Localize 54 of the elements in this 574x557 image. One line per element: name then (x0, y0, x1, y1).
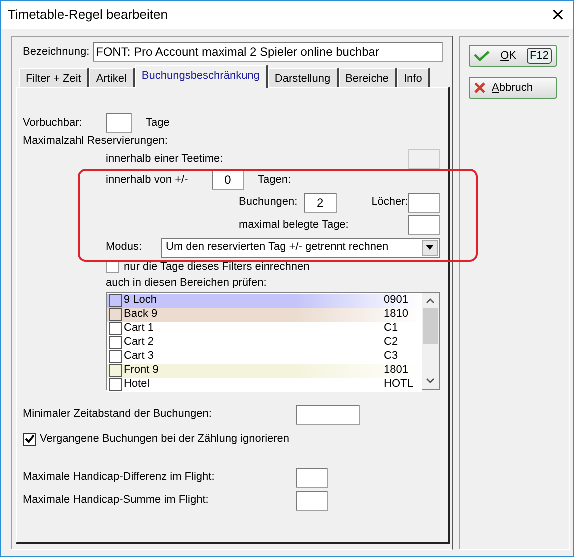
scroll-up-icon[interactable] (426, 298, 435, 304)
input-field[interactable]: 2 (304, 192, 337, 212)
field-label: Minimaler Zeitabstand der Buchungen: (23, 407, 213, 422)
input-field[interactable] (106, 113, 132, 133)
checkbox[interactable] (109, 364, 122, 377)
field-label: Maximale Handicap-Differenz im Flight: (23, 470, 216, 486)
window-title: Timetable-Regel bearbeiten (8, 6, 169, 24)
input-field[interactable]: 0 (212, 170, 244, 190)
field-label: Tagen: (258, 172, 292, 188)
checkbox[interactable] (109, 308, 122, 321)
checkbox[interactable] (109, 294, 122, 307)
input-field[interactable]: FONT: Pro Account maximal 2 Spieler online buchbar (93, 42, 443, 62)
field-label: innerhalb einer Teetime: (106, 152, 224, 167)
area-list[interactable]: 9 Loch 0901 Back 9 1810 Cart 1 C1 Cart 2 C2 Cart 3 C3 Front 9 1801 Hotel HOTL (106, 292, 440, 390)
checkbox[interactable] (109, 378, 122, 391)
input-field[interactable] (296, 404, 360, 424)
close-button[interactable]: ✕ (551, 6, 565, 24)
field-label: innerhalb von +/- (106, 172, 190, 188)
scroll-down-icon[interactable] (426, 378, 435, 384)
tab[interactable]: Buchungsbeschränkung (134, 65, 268, 88)
scrollbar[interactable] (422, 292, 439, 388)
checkbox[interactable] (109, 322, 122, 335)
input-field[interactable] (408, 215, 440, 235)
field-label: Modus: (106, 240, 144, 256)
tab[interactable]: Darstellung (268, 68, 339, 87)
field-label: Löcher: (372, 195, 408, 210)
cross-icon (474, 82, 486, 94)
checkbox[interactable] (23, 432, 36, 446)
field-label: maximal belegte Tage: (239, 218, 350, 233)
field-label: Bezeichnung: (23, 44, 90, 60)
checkbox[interactable] (109, 336, 122, 349)
input-field[interactable] (408, 192, 440, 212)
field-label: Tage (146, 116, 170, 131)
shortcut-key: F12 (527, 48, 552, 64)
field-label: Buchungen: (239, 195, 299, 210)
list-row[interactable]: Hotel HOTL (107, 378, 422, 392)
field-label: nur die Tage dieses Filters einrechnen (124, 260, 310, 274)
scroll-thumb[interactable] (423, 308, 438, 344)
field-label: Vergangene Buchungen bei der Zählung ignorieren (40, 432, 290, 447)
cancel-button[interactable]: Abbruch (469, 77, 557, 99)
checkbox[interactable] (109, 350, 122, 363)
tab[interactable]: Bereiche (338, 68, 397, 87)
field-label: Vorbuchbar: (23, 116, 84, 131)
ok-button[interactable]: OK F12 (469, 45, 557, 67)
checkmark-icon (474, 51, 490, 61)
tab[interactable]: Filter + Zeit (19, 68, 90, 87)
tab[interactable]: Artikel (89, 68, 135, 87)
input-field[interactable] (296, 490, 328, 510)
mode-dropdown[interactable]: Um den reservierten Tag +/- getrennt rechnen (161, 238, 440, 258)
field-label: Maximalzahl Reservierungen: (23, 134, 168, 149)
field-label: auch in diesen Bereichen prüfen: (106, 276, 267, 291)
tab[interactable]: Info (396, 68, 430, 87)
input-field[interactable] (296, 468, 328, 488)
field-label: Maximale Handicap-Summe im Flight: (23, 493, 210, 508)
